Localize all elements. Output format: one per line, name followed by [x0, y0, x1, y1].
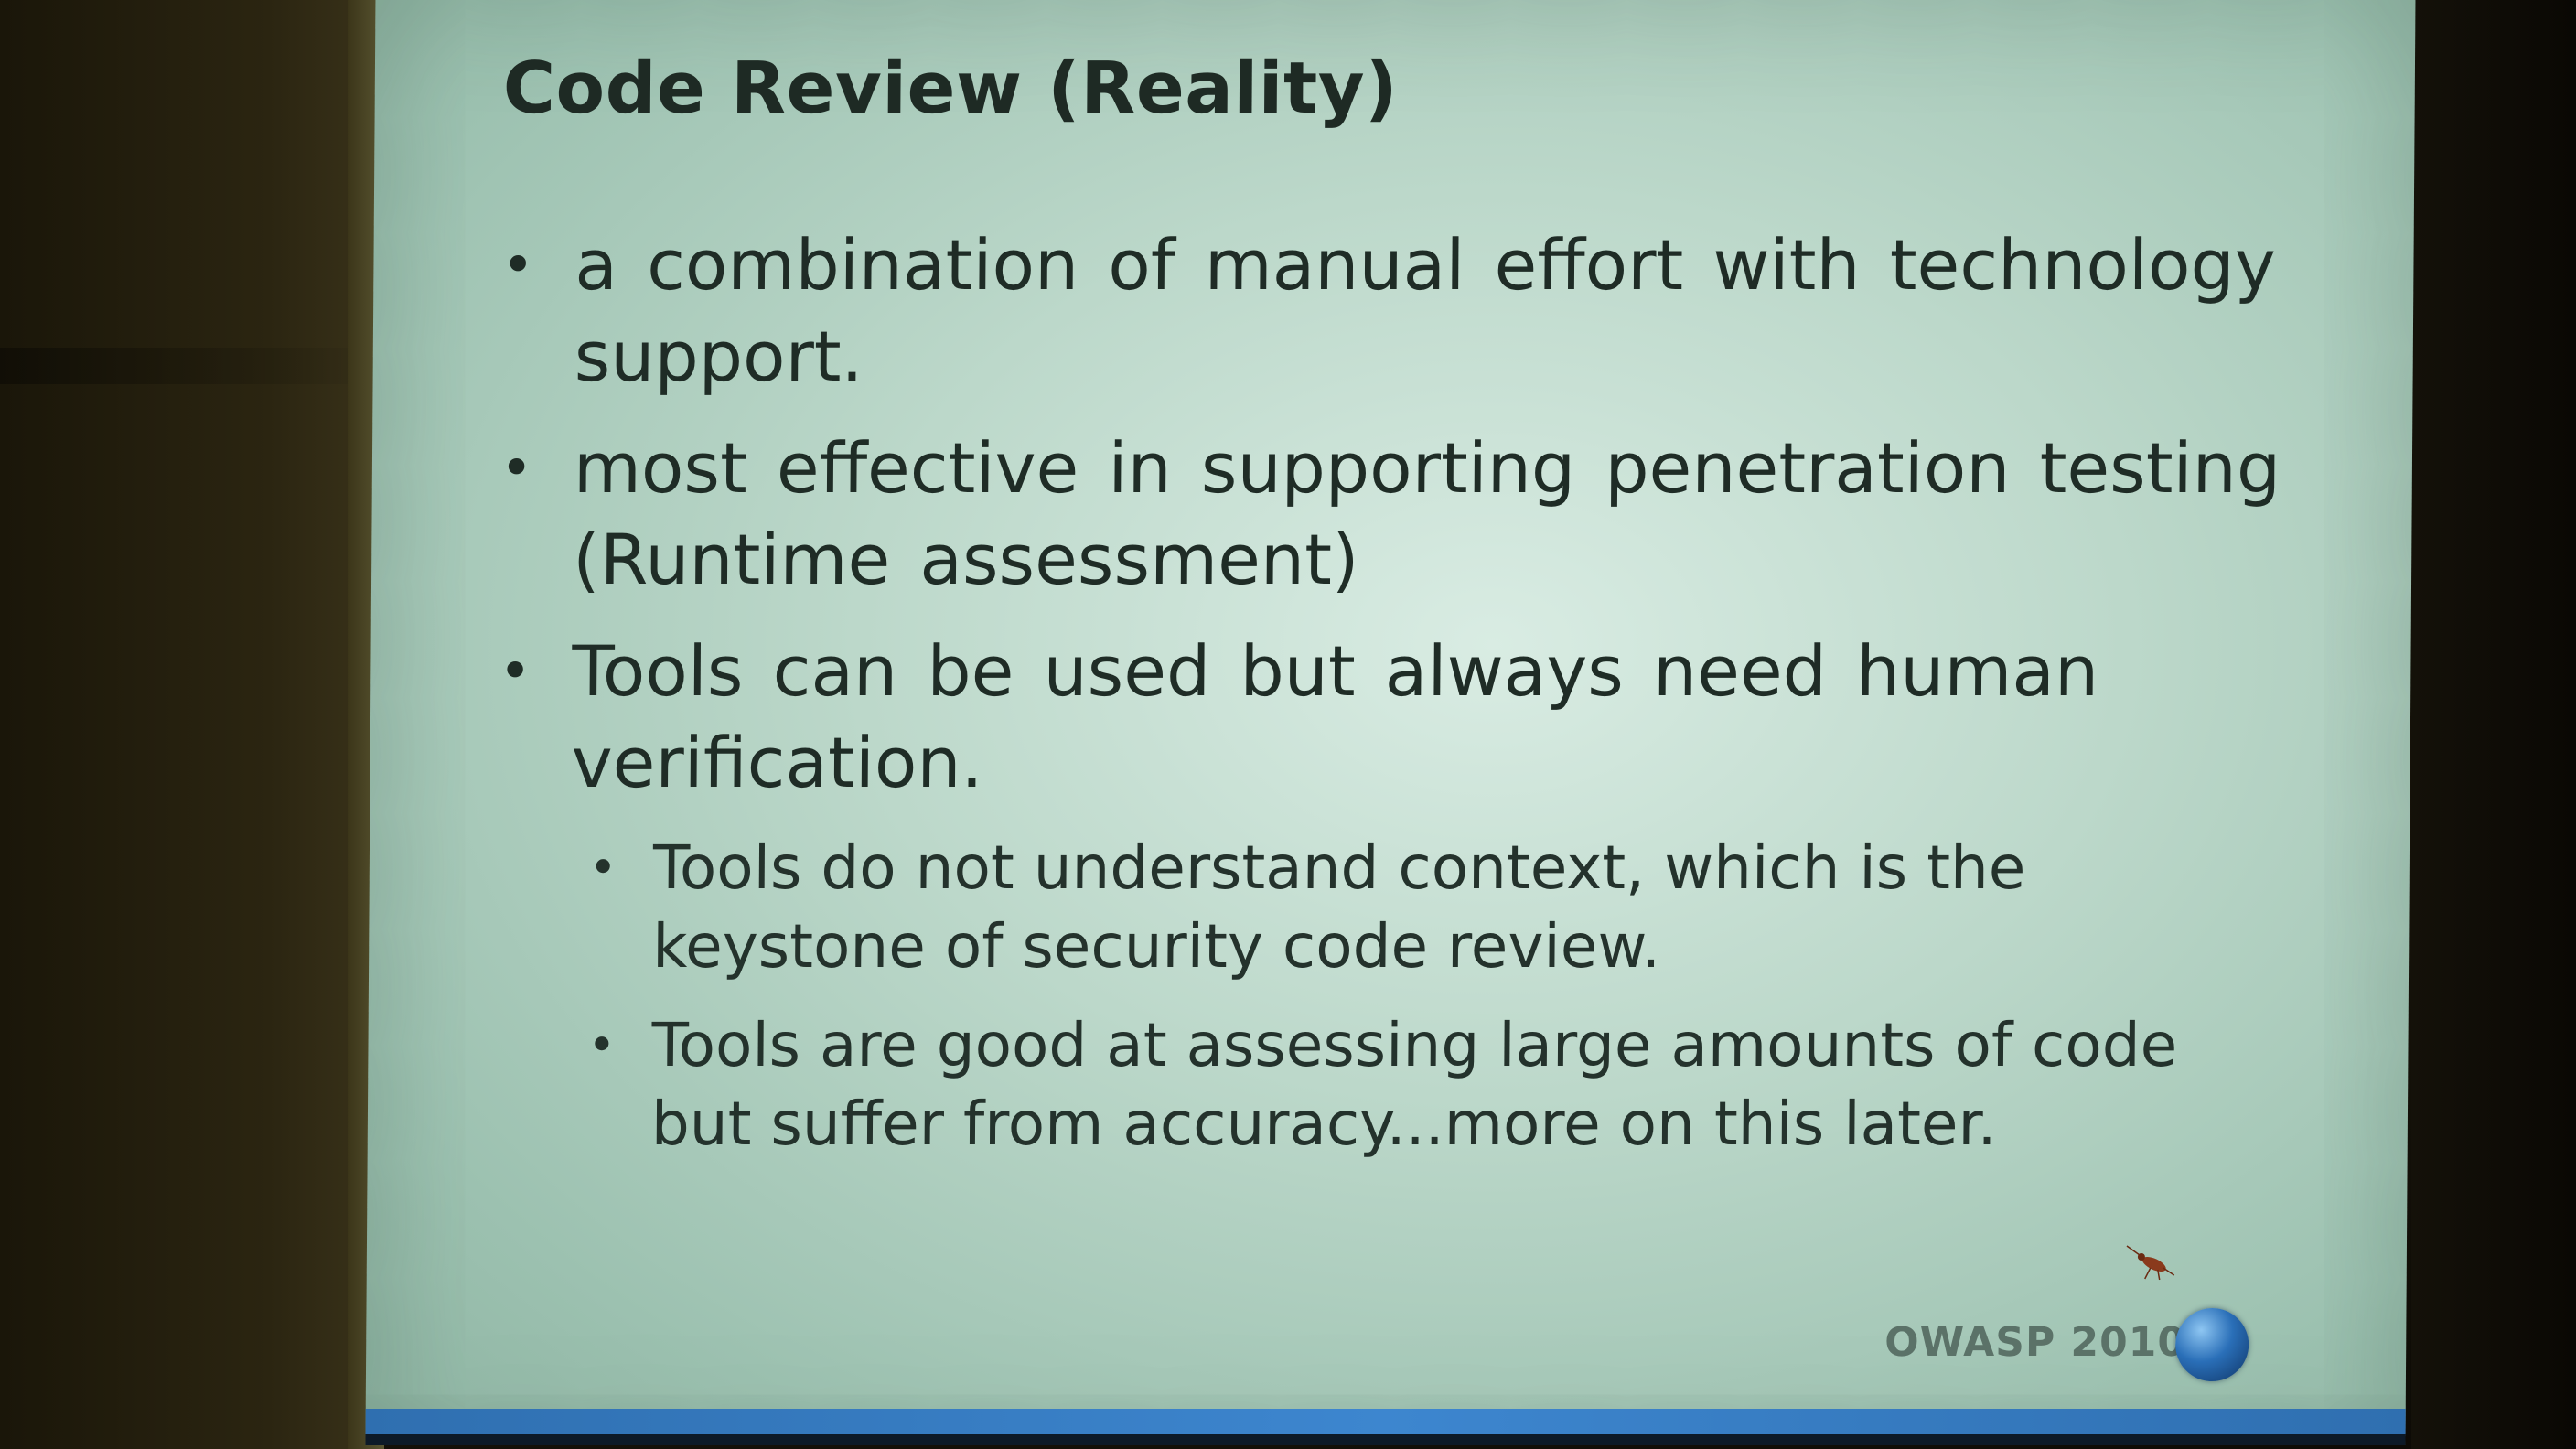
projected-slide: Code Review (Reality) • a combination of…: [365, 0, 2416, 1445]
bullet-text-line: support.: [574, 316, 864, 397]
bullet-text-line: a combination of manual effort with tech…: [574, 224, 2277, 306]
bullet-item: • a combination of manual effort with te…: [500, 220, 2294, 402]
bullet-text-line: (Runtime assessment): [572, 519, 1359, 600]
screen-bottom-edge: [365, 1434, 2406, 1445]
bullet-dot: •: [587, 1018, 617, 1073]
photo-scene: Code Review (Reality) • a combination of…: [0, 0, 2576, 1449]
bullet-item: • Tools can be used but always need huma…: [498, 626, 2292, 809]
sub-bullet-text-line: keystone of security code review.: [651, 911, 1661, 982]
sub-bullet-text-line: Tools are good at assessing large amount…: [651, 1010, 2178, 1080]
bullet-text-line: verification.: [571, 722, 984, 803]
bullet-dot: •: [499, 436, 533, 500]
left-wall: [0, 0, 384, 1449]
slide-bottom-bar: [365, 1409, 2406, 1436]
bullet-text-line: most effective in supporting penetration…: [573, 427, 2281, 509]
bullet-item: • most effective in supporting penetrati…: [499, 423, 2293, 606]
sub-bullet-item: • Tools are good at assessing large amou…: [496, 1006, 2290, 1164]
bullet-text-line: Tools can be used but always need human: [572, 630, 2099, 712]
bullet-dot: •: [501, 233, 535, 297]
sub-bullet-item: • Tools do not understand context, which…: [497, 829, 2291, 986]
slide-footer-label: OWASP 2010: [1884, 1319, 2187, 1366]
bullet-list: • a combination of manual effort with te…: [495, 220, 2294, 1184]
bullet-dot: •: [588, 841, 617, 896]
right-wall: [2411, 0, 2576, 1449]
sub-bullet-text-line: Tools do not understand context, which i…: [652, 832, 2026, 903]
insect-icon: [2126, 1245, 2175, 1281]
bullet-dot: •: [499, 639, 531, 703]
globe-icon: [2174, 1308, 2249, 1381]
sub-bullet-text-line: but suffer from accuracy...more on this …: [650, 1089, 1997, 1159]
slide-title: Code Review (Reality): [502, 48, 1399, 130]
wall-shadow-stripe: [0, 348, 348, 384]
